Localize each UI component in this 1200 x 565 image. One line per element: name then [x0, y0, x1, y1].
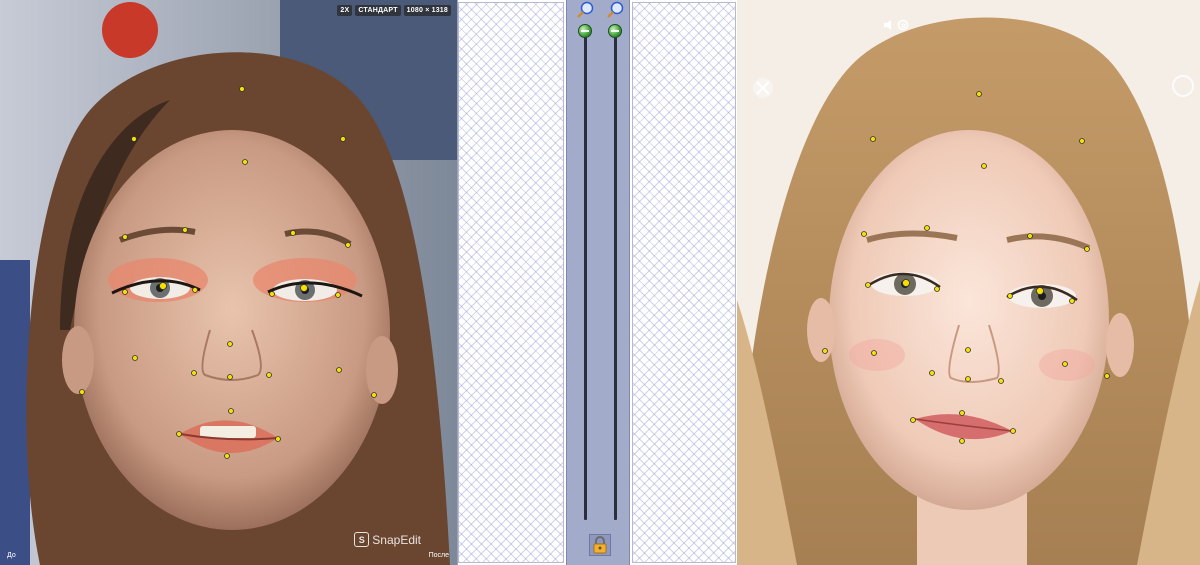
quality-badge: СТАНДАРТ — [355, 5, 401, 16]
alignment-control-panel — [566, 0, 630, 565]
threads-icon[interactable] — [897, 19, 909, 31]
snapedit-logo-icon: S — [354, 532, 370, 547]
overlay-icons — [883, 19, 909, 31]
close-icon[interactable] — [752, 77, 774, 99]
snapedit-watermark: S SnapEdit — [354, 532, 421, 547]
zoom-in-icon[interactable] — [576, 1, 594, 19]
left-slider-track[interactable] — [584, 36, 587, 520]
record-button[interactable] — [1172, 75, 1194, 97]
left-photo-panel[interactable]: 2X СТАНДАРТ 1080 × 1318 S SnapEdit До По… — [0, 0, 458, 565]
right-canvas-margin — [632, 2, 736, 563]
speaker-icon[interactable] — [883, 19, 893, 31]
image-info-badges: 2X СТАНДАРТ 1080 × 1318 — [337, 5, 451, 16]
left-slider-knob[interactable] — [578, 24, 592, 38]
right-zoom-slider[interactable] — [605, 0, 625, 530]
right-slider-knob[interactable] — [608, 24, 622, 38]
zoom-badge: 2X — [337, 5, 353, 16]
right-photo-panel[interactable] — [737, 0, 1200, 565]
left-face-image — [0, 0, 457, 565]
watermark-text: SnapEdit — [372, 532, 421, 547]
lock-icon — [593, 536, 607, 554]
before-label: До — [7, 552, 16, 559]
resolution-badge: 1080 × 1318 — [403, 5, 451, 16]
after-label: После — [428, 552, 449, 559]
right-face-image — [737, 0, 1200, 565]
left-canvas-margin — [458, 2, 564, 563]
right-slider-track[interactable] — [614, 36, 617, 520]
left-zoom-slider[interactable] — [575, 0, 595, 530]
zoom-out-icon[interactable] — [606, 1, 624, 19]
lock-sliders-button[interactable] — [589, 534, 611, 556]
